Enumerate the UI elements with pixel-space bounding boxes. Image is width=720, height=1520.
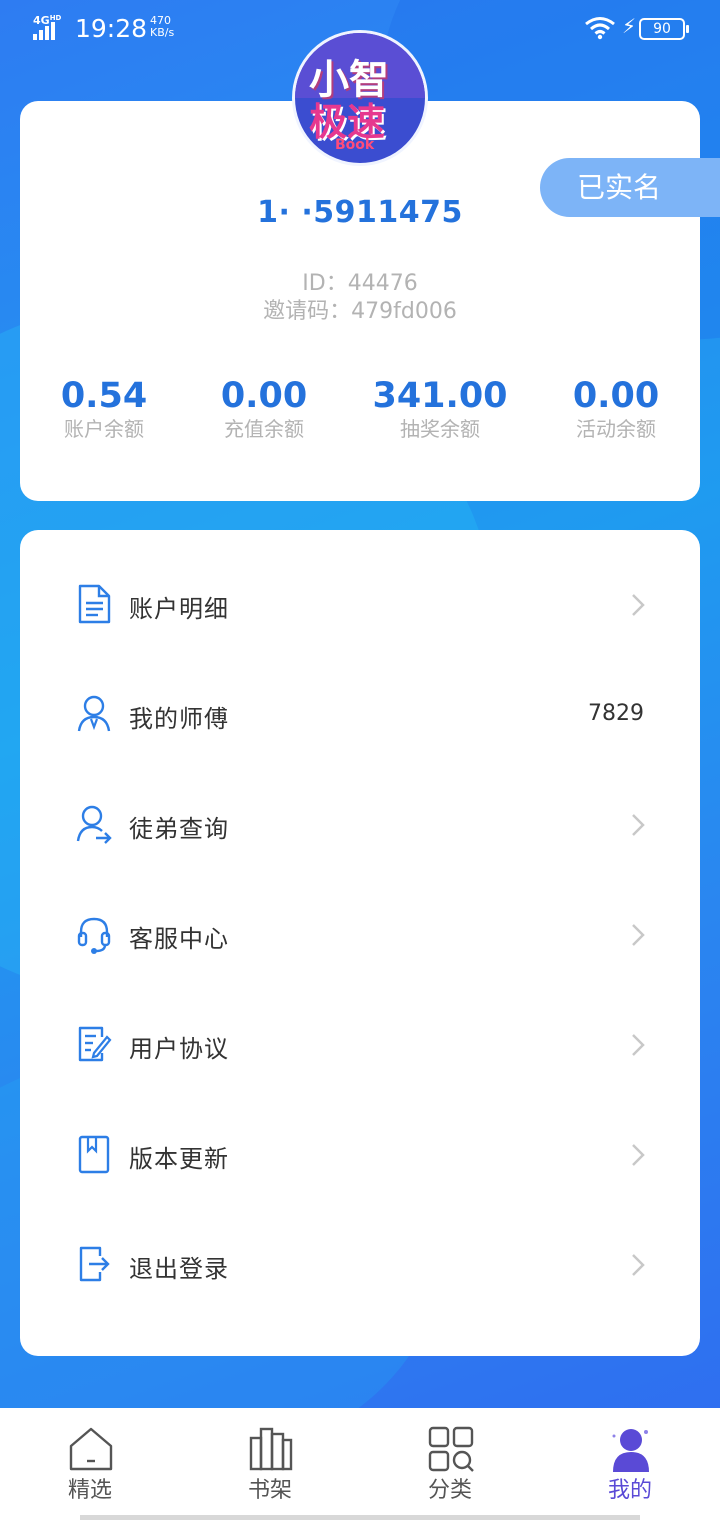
chevron-right-icon [632,1034,645,1056]
menu-item-label: 客服中心 [129,925,229,953]
menu-item-label: 我的师傅 [129,705,229,733]
menu-item-label: 徒弟查询 [129,815,229,843]
nav-tab-category[interactable]: 分类 [360,1408,540,1520]
chevron-right-icon [632,594,645,616]
balances-row: 0.54 账户余额 0.00 充值余额 341.00 抽奖余额 0.00 活动余… [20,375,700,445]
balance-label: 抽奖余额 [400,417,480,441]
master-user-icon [77,695,111,732]
chevron-right-icon [632,924,645,946]
menu-item-version-update[interactable]: 版本更新 [20,1100,700,1210]
nav-label: 分类 [427,1478,472,1503]
invite-code: 邀请码：479fd006 [263,299,457,324]
menu-item-user-agreement[interactable]: 用户协议 [20,990,700,1100]
master-id-value: 7829 [588,701,644,726]
speed-unit: KB/s [150,26,175,39]
nav-tab-mine[interactable]: 我的 [540,1408,720,1520]
bookmark-icon [78,1135,110,1174]
document-icon [78,584,111,624]
menu-item-label: 用户协议 [129,1035,229,1063]
home-indicator [80,1515,640,1520]
menu-item-logout[interactable]: 退出登录 [20,1210,700,1320]
bottom-nav: 精选 书架 分类 我的 [0,1408,720,1520]
balance-activity[interactable]: 0.00 活动余额 [558,375,674,441]
menu-item-customer-service[interactable]: 客服中心 [20,880,700,990]
balance-recharge[interactable]: 0.00 充值余额 [206,375,322,441]
balance-lottery[interactable]: 341.00 抽奖余额 [370,375,510,441]
balance-value: 0.54 [60,376,148,416]
signal-icon: 4GHD [33,14,67,40]
menu-item-label: 退出登录 [129,1255,229,1283]
menu-item-my-master[interactable]: 我的师傅 7829 [20,660,700,770]
nav-label: 精选 [67,1478,112,1503]
balance-value: 341.00 [372,376,508,416]
balance-account[interactable]: 0.54 账户余额 [46,375,162,441]
clock: 19:28 [75,14,148,43]
chevron-right-icon [632,1144,645,1166]
headset-icon [77,917,111,954]
menu-item-account-details[interactable]: 账户明细 [20,550,700,660]
verified-badge[interactable]: 已实名 [540,158,720,217]
menu-card: 账户明细 我的师傅 7829 徒弟查询 客服中心 用户协议 版本更新 退出登录 [20,530,700,1356]
nav-tab-bookshelf[interactable]: 书架 [180,1408,360,1520]
avatar-logo-book: Book [335,137,375,153]
nav-tab-featured[interactable]: 精选 [0,1408,180,1520]
charging-icon: ⚡ [622,14,637,38]
balance-label: 账户余额 [64,417,144,441]
bookshelf-icon [249,1427,293,1471]
network-speed: 470 KB/s [150,15,174,39]
profile-person-icon [612,1429,649,1472]
balance-value: 0.00 [572,376,660,416]
network-hd: HD [49,14,62,22]
logout-icon [79,1246,110,1282]
category-grid-icon [428,1426,474,1472]
menu-item-label: 版本更新 [129,1145,229,1173]
avatar[interactable]: 小智 极速 Book [292,30,428,166]
nav-label: 书架 [247,1478,292,1503]
battery-icon: 90 [639,18,689,40]
wifi-icon [585,17,615,40]
menu-item-apprentice-search[interactable]: 徒弟查询 [20,770,700,880]
balance-label: 充值余额 [224,417,304,441]
battery-level: 90 [653,21,671,37]
user-arrow-icon [76,805,112,844]
nav-label: 我的 [607,1478,652,1503]
home-icon [69,1427,113,1471]
balance-label: 活动余额 [576,417,656,441]
chevron-right-icon [632,1254,645,1276]
agreement-edit-icon [78,1026,112,1062]
menu-item-label: 账户明细 [129,595,229,623]
chevron-right-icon [632,814,645,836]
balance-value: 0.00 [220,376,308,416]
